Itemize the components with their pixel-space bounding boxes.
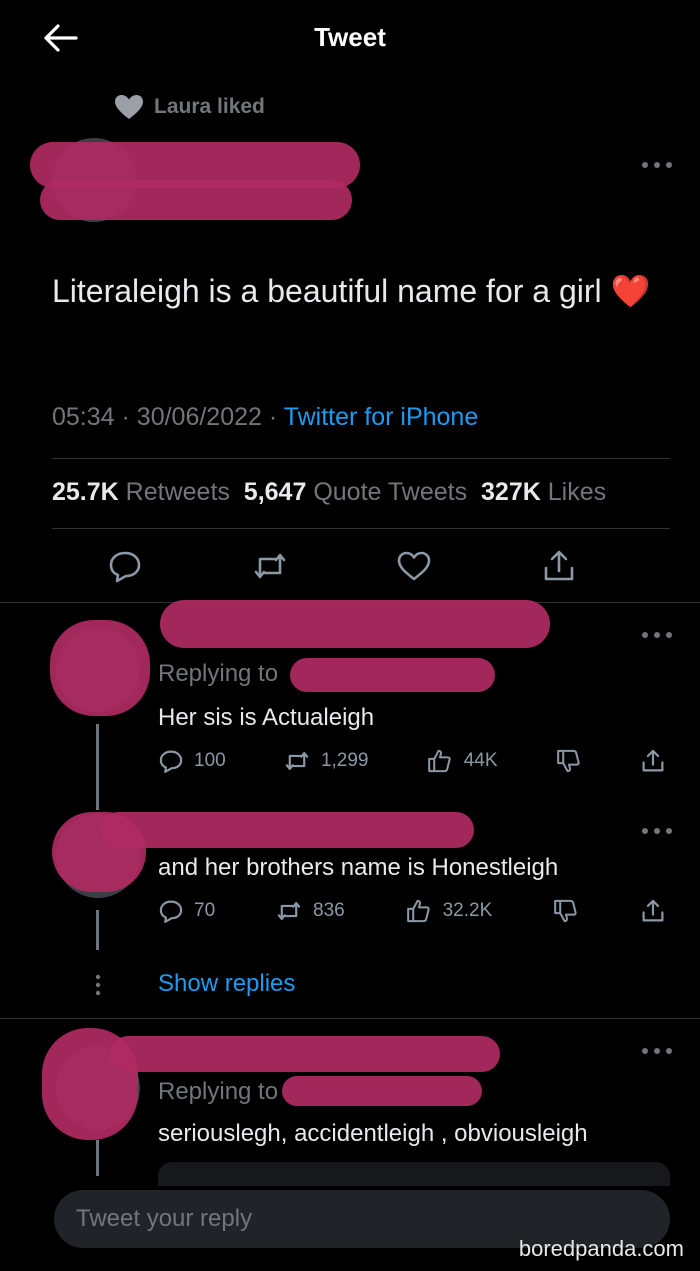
thread-dots-icon	[94, 974, 102, 996]
liked-by-label: Laura liked	[154, 95, 265, 118]
red-heart-emoji: ❤️	[610, 273, 651, 309]
divider	[52, 528, 670, 529]
show-replies-link[interactable]: Show replies	[158, 970, 295, 998]
reply-avatar-redaction	[50, 620, 150, 716]
downvote-icon	[552, 898, 580, 924]
upvote-icon	[405, 898, 433, 924]
reply-action-bar: 100 1,299 44K	[158, 748, 666, 774]
comments-count: 100	[194, 750, 226, 771]
replying-to-label: Replying to	[158, 660, 279, 687]
tweet-action-bar	[52, 548, 632, 584]
reply-share[interactable]	[640, 748, 666, 774]
reply-upvotes[interactable]: 32.2K	[405, 898, 493, 924]
reply-comments[interactable]: 100	[158, 748, 226, 774]
retweet-icon	[275, 898, 303, 924]
reply-text: seriouslegh, accidentleigh , obviousleig…	[158, 1120, 588, 1147]
more-options-icon[interactable]	[640, 1046, 674, 1056]
meta-separator: ·	[268, 403, 284, 431]
likes-stat[interactable]: 327K Likes	[481, 478, 606, 506]
replying-to: Replying to	[158, 660, 278, 688]
reply-icon[interactable]	[107, 548, 143, 584]
share-icon[interactable]	[541, 548, 577, 584]
replying-handle-redaction	[290, 658, 495, 692]
quotes-stat[interactable]: 5,647 Quote Tweets	[244, 478, 467, 506]
reply-text: Her sis is Actualeigh	[158, 704, 375, 731]
reply-action-bar: 70 836 32.2K	[158, 898, 666, 924]
retweets-count: 1,299	[320, 750, 369, 771]
reply-name-redaction	[100, 812, 474, 848]
upvotes-count: 32.2K	[442, 900, 493, 921]
replying-to: Replying to	[158, 1078, 278, 1106]
tweet-source-link[interactable]: Twitter for iPhone	[284, 403, 479, 431]
tweet-text: Literaleigh is a beautiful name for a gi…	[52, 268, 652, 315]
meta-separator: ·	[121, 403, 137, 431]
author-handle-redaction	[40, 180, 352, 220]
tweet-date: 30/06/2022	[136, 403, 262, 431]
share-icon	[640, 748, 666, 774]
reply-text: and her brothers name is Honestleigh	[158, 854, 559, 881]
retweets-count: 836	[313, 900, 345, 921]
reply-share[interactable]	[640, 898, 666, 924]
retweets-stat[interactable]: 25.7K Retweets	[52, 478, 230, 506]
like-icon[interactable]	[396, 548, 432, 584]
upvote-icon	[426, 748, 454, 774]
retweets-count: 25.7K	[52, 478, 119, 506]
tweet-text-body: Literaleigh is a beautiful name for a gi…	[52, 273, 602, 309]
retweets-label: Retweets	[125, 478, 230, 506]
watermark: boredpanda.com	[518, 1236, 684, 1261]
more-options-icon[interactable]	[640, 160, 674, 170]
retweet-icon[interactable]	[252, 548, 288, 584]
downvote-icon	[555, 748, 583, 774]
retweet-icon	[283, 748, 311, 774]
upvotes-count: 44K	[463, 750, 498, 771]
replying-to-label: Replying to	[158, 1078, 279, 1105]
reply-downvote[interactable]	[555, 748, 583, 774]
likes-label: Likes	[547, 478, 607, 506]
comment-icon	[158, 898, 184, 924]
comment-icon	[158, 748, 184, 774]
tweet-time: 05:34	[52, 403, 115, 431]
tweet-meta: 05:34 · 30/06/2022 · Twitter for iPhone	[52, 403, 478, 432]
reply-comments[interactable]: 70	[158, 898, 215, 924]
tweet-stats: 25.7K Retweets 5,647 Quote Tweets 327K L…	[52, 478, 606, 507]
social-context[interactable]: Laura liked	[114, 94, 265, 120]
divider	[52, 458, 670, 459]
quoted-card-edge	[158, 1162, 670, 1186]
reply-retweets[interactable]: 1,299	[283, 748, 369, 774]
quotes-label: Quote Tweets	[313, 478, 468, 506]
heart-filled-icon	[114, 94, 144, 120]
divider	[0, 1018, 700, 1019]
more-options-icon[interactable]	[640, 630, 674, 640]
thread-line	[96, 724, 99, 810]
reply-downvote[interactable]	[552, 898, 580, 924]
reply-retweets[interactable]: 836	[275, 898, 345, 924]
reply-placeholder: Tweet your reply	[76, 1205, 253, 1232]
page-title: Tweet	[314, 22, 386, 52]
more-options-icon[interactable]	[640, 826, 674, 836]
reply-upvotes[interactable]: 44K	[426, 748, 498, 774]
thread-line	[96, 1140, 99, 1176]
reply-name-redaction	[110, 1036, 500, 1072]
reply-name-redaction	[160, 600, 550, 648]
share-icon	[640, 898, 666, 924]
comments-count: 70	[194, 900, 216, 921]
thread-line	[96, 910, 99, 950]
likes-count: 327K	[481, 478, 541, 506]
quotes-count: 5,647	[243, 478, 307, 506]
replying-handle-redaction	[282, 1076, 482, 1106]
